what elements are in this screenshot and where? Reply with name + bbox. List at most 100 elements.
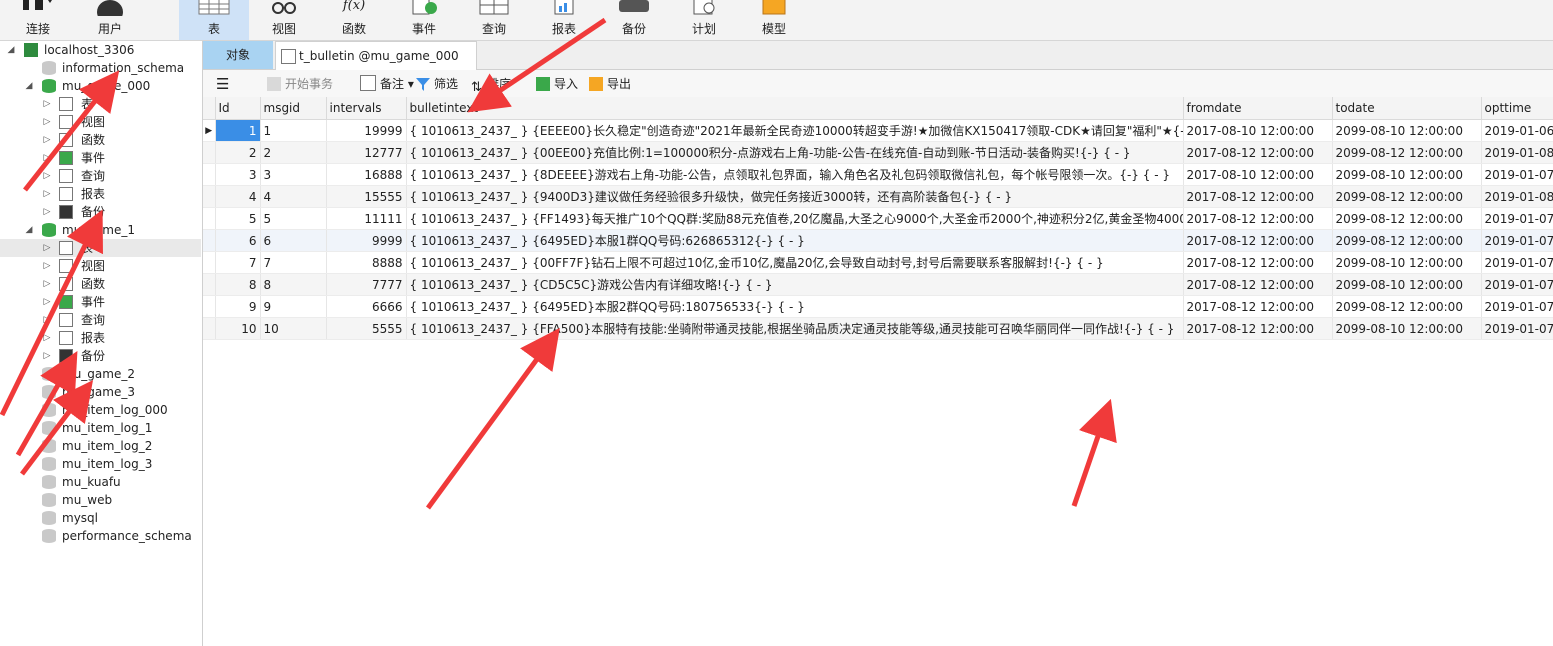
cell-id[interactable]: 2 bbox=[215, 141, 261, 164]
expand-arrow-icon[interactable]: ◢ bbox=[24, 221, 34, 239]
cell-id[interactable]: 3 bbox=[215, 163, 261, 186]
expand-arrow-icon[interactable]: ▷ bbox=[42, 185, 52, 203]
expand-arrow-icon[interactable]: ▷ bbox=[42, 275, 52, 293]
cell-msgid[interactable]: 7 bbox=[260, 251, 327, 274]
begin-transaction-button[interactable]: 开始事务 bbox=[267, 74, 333, 94]
tree-db-mu-game-1[interactable]: ◢ mu_game_1 bbox=[0, 221, 201, 239]
expand-arrow-icon[interactable]: ▷ bbox=[42, 149, 52, 167]
cell-fromdate[interactable]: 2017-08-12 12:00:00 bbox=[1183, 273, 1333, 296]
cell-bulletintext[interactable]: { 1010613_2437_ } {9400D3}建议做任务经验很多升级快，做… bbox=[406, 185, 1184, 208]
cell-intervals[interactable]: 8888 bbox=[326, 251, 407, 274]
backup-button[interactable]: 备份 bbox=[601, 0, 667, 40]
connect-button[interactable]: 连接 bbox=[5, 0, 71, 40]
cell-opttime[interactable]: 2019-01-07 bbox=[1481, 295, 1553, 318]
cell-fromdate[interactable]: 2017-08-12 12:00:00 bbox=[1183, 185, 1333, 208]
cell-id[interactable]: 5 bbox=[215, 207, 261, 230]
tree-item-mu-game-000-1[interactable]: ▷ 视图 bbox=[0, 113, 201, 131]
tree-item-mu-game-1-1[interactable]: ▷ 视图 bbox=[0, 257, 201, 275]
cell-opttime[interactable]: 2019-01-07 bbox=[1481, 317, 1553, 340]
column-header-id[interactable]: Id bbox=[215, 97, 261, 120]
cell-msgid[interactable]: 6 bbox=[260, 229, 327, 252]
cell-intervals[interactable]: 19999 bbox=[326, 119, 407, 142]
cell-intervals[interactable]: 9999 bbox=[326, 229, 407, 252]
cell-opttime[interactable]: 2019-01-07 bbox=[1481, 273, 1553, 296]
cell-msgid[interactable]: 2 bbox=[260, 141, 327, 164]
cell-intervals[interactable]: 16888 bbox=[326, 163, 407, 186]
cell-msgid[interactable]: 1 bbox=[260, 119, 327, 142]
tree-item-mu-game-1-5[interactable]: ▷ 报表 bbox=[0, 329, 201, 347]
cell-bulletintext[interactable]: { 1010613_2437_ } {00FF7F}钻石上限不可超过10亿,金币… bbox=[406, 251, 1184, 274]
tree-db-mu-game-2[interactable]: mu_game_2 bbox=[0, 365, 201, 383]
tree-item-mu-game-000-0[interactable]: ▷ 表 bbox=[0, 95, 201, 113]
cell-id[interactable]: 4 bbox=[215, 185, 261, 208]
model-button[interactable]: 模型 bbox=[741, 0, 807, 40]
tree-db-mu-game-000[interactable]: ◢ mu_game_000 bbox=[0, 77, 201, 95]
tab-objects[interactable]: 对象 bbox=[203, 41, 273, 69]
expand-arrow-icon[interactable]: ▷ bbox=[42, 167, 52, 185]
cell-msgid[interactable]: 9 bbox=[260, 295, 327, 318]
column-header-todate[interactable]: todate bbox=[1332, 97, 1482, 120]
cell-bulletintext[interactable]: { 1010613_2437_ } {FF1493}每天推广10个QQ群:奖励8… bbox=[406, 207, 1184, 230]
tree-item-mu-game-1-2[interactable]: ▷ 函数 bbox=[0, 275, 201, 293]
cell-todate[interactable]: 2099-08-12 12:00:00 bbox=[1332, 295, 1482, 318]
cell-id[interactable]: 1 bbox=[215, 119, 261, 142]
cell-msgid[interactable]: 3 bbox=[260, 163, 327, 186]
cell-id[interactable]: 8 bbox=[215, 273, 261, 296]
cell-msgid[interactable]: 4 bbox=[260, 185, 327, 208]
cell-todate[interactable]: 2099-08-10 12:00:00 bbox=[1332, 273, 1482, 296]
table-row[interactable]: 7 7 8888{ 1010613_2437_ } {00FF7F}钻石上限不可超过… bbox=[203, 251, 1553, 274]
notes-button[interactable]: 备注 ▾ bbox=[360, 74, 414, 94]
tree-item-mu-game-000-3[interactable]: ▷ 事件 bbox=[0, 149, 201, 167]
event-button[interactable]: 事件 bbox=[391, 0, 457, 40]
cell-fromdate[interactable]: 2017-08-12 12:00:00 bbox=[1183, 207, 1333, 230]
cell-fromdate[interactable]: 2017-08-12 12:00:00 bbox=[1183, 295, 1333, 318]
expand-arrow-icon[interactable]: ▷ bbox=[42, 293, 52, 311]
expand-arrow-icon[interactable]: ▷ bbox=[42, 131, 52, 149]
cell-bulletintext[interactable]: { 1010613_2437_ } {00EE00}充值比例:1=100000积… bbox=[406, 141, 1184, 164]
cell-intervals[interactable]: 5555 bbox=[326, 317, 407, 340]
tree-db-mu-item-log-000[interactable]: mu_item_log_000 bbox=[0, 401, 201, 419]
tree-db-mu-game-3[interactable]: mu_game_3 bbox=[0, 383, 201, 401]
expand-arrow-icon[interactable]: ▷ bbox=[42, 203, 52, 221]
cell-todate[interactable]: 2099-08-10 12:00:00 bbox=[1332, 251, 1482, 274]
tree-db-mysql[interactable]: mysql bbox=[0, 509, 201, 527]
expand-arrow-icon[interactable]: ◢ bbox=[6, 41, 16, 59]
function-button[interactable]: f(x) 函数 bbox=[321, 0, 387, 40]
cell-bulletintext[interactable]: { 1010613_2437_ } {CD5C5C}游戏公告内有详细攻略!{-}… bbox=[406, 273, 1184, 296]
cell-todate[interactable]: 2099-08-12 12:00:00 bbox=[1332, 141, 1482, 164]
cell-opttime[interactable]: 2019-01-07 bbox=[1481, 251, 1553, 274]
tree-item-mu-game-000-6[interactable]: ▷ 备份 bbox=[0, 203, 201, 221]
cell-bulletintext[interactable]: { 1010613_2437_ } {FFA500}本服特有技能:坐骑附带通灵技… bbox=[406, 317, 1184, 340]
export-button[interactable]: 导出 bbox=[589, 74, 631, 94]
tree-db-mu-web[interactable]: mu_web bbox=[0, 491, 201, 509]
tab-t-bulletin[interactable]: t_bulletin @mu_game_000 (l... bbox=[275, 41, 477, 91]
table-row[interactable]: 10 10 5555{ 1010613_2437_ } {FFA500}本服特有技能… bbox=[203, 317, 1553, 340]
cell-intervals[interactable]: 7777 bbox=[326, 273, 407, 296]
cell-intervals[interactable]: 15555 bbox=[326, 185, 407, 208]
column-header-opttime[interactable]: opttime bbox=[1481, 97, 1553, 120]
cell-opttime[interactable]: 2019-01-07 bbox=[1481, 207, 1553, 230]
tree-db-performance-schema[interactable]: performance_schema bbox=[0, 527, 201, 545]
import-button[interactable]: 导入 bbox=[536, 74, 578, 94]
table-row[interactable]: 9 9 6666{ 1010613_2437_ } {6495ED}本服2群QQ号码… bbox=[203, 295, 1553, 318]
tree-item-mu-game-1-3[interactable]: ▷ 事件 bbox=[0, 293, 201, 311]
column-header-bulletintext[interactable]: bulletintext bbox=[406, 97, 1184, 120]
cell-todate[interactable]: 2099-08-10 12:00:00 bbox=[1332, 119, 1482, 142]
table-row[interactable]: ▶ 1 1 19999{ 1010613_2437_ } {EEEE00}长久稳定"创… bbox=[203, 119, 1553, 142]
tree-db-information-schema[interactable]: information_schema bbox=[0, 59, 201, 77]
table-button[interactable]: 表 bbox=[179, 0, 249, 40]
cell-id[interactable]: 9 bbox=[215, 295, 261, 318]
cell-bulletintext[interactable]: { 1010613_2437_ } {8DEEEE}游戏右上角-功能-公告，点领… bbox=[406, 163, 1184, 186]
tree-connection[interactable]: ◢ localhost_3306 bbox=[0, 41, 201, 59]
tree-db-mu-item-log-1[interactable]: mu_item_log_1 bbox=[0, 419, 201, 437]
tree-item-mu-game-1-6[interactable]: ▷ 备份 bbox=[0, 347, 201, 365]
report-button[interactable]: 报表 bbox=[531, 0, 597, 40]
cell-opttime[interactable]: 2019-01-08 bbox=[1481, 141, 1553, 164]
column-header-fromdate[interactable]: fromdate bbox=[1183, 97, 1333, 120]
expand-arrow-icon[interactable]: ▷ bbox=[42, 329, 52, 347]
expand-arrow-icon[interactable]: ▷ bbox=[42, 347, 52, 365]
cell-id[interactable]: 6 bbox=[215, 229, 261, 252]
table-row[interactable]: 5 5 11111{ 1010613_2437_ } {FF1493}每天推广10个… bbox=[203, 207, 1553, 230]
cell-fromdate[interactable]: 2017-08-12 12:00:00 bbox=[1183, 141, 1333, 164]
schedule-button[interactable]: 计划 bbox=[671, 0, 737, 40]
